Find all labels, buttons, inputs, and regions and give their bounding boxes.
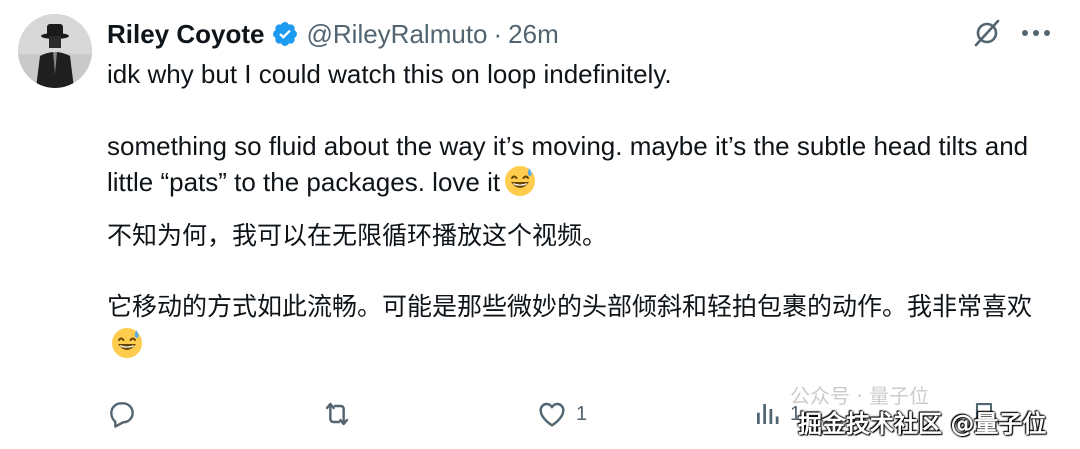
tweet-text-line-2: something so fluid about the way it’s mo…: [107, 131, 1029, 197]
more-options-button[interactable]: [1016, 16, 1056, 50]
author-display-name[interactable]: Riley Coyote: [107, 19, 265, 50]
reply-icon: [110, 402, 134, 428]
header-separator: ·: [493, 18, 503, 49]
grok-button[interactable]: [970, 16, 1004, 50]
grok-icon: [974, 19, 1000, 47]
reply-button[interactable]: [106, 396, 146, 432]
watermark-juejin: 掘金技术社区 @量子位: [798, 410, 1047, 438]
heart-icon: [539, 402, 565, 427]
author-handle[interactable]: @RileyRalmuto: [307, 19, 488, 50]
views-chart-icon: [757, 404, 779, 424]
like-button[interactable]: 1: [536, 396, 587, 432]
grinning-sweat-emoji-icon: [504, 165, 536, 197]
tweet-timestamp[interactable]: 26m: [508, 19, 559, 50]
more-dots-icon: [1022, 30, 1050, 36]
like-count: 1: [576, 402, 588, 425]
tweet-header: Riley Coyote @RileyRalmuto · 26m: [107, 14, 559, 54]
repost-button[interactable]: [320, 396, 362, 432]
grinning-sweat-emoji-icon: [111, 327, 143, 359]
verified-badge-icon: [271, 20, 299, 48]
tweet-text-paragraph-4: 它移动的方式如此流畅。可能是那些微妙的头部倾斜和轻拍包裹的动作。我非常喜欢: [107, 288, 1057, 364]
tweet-text-line-1: idk why but I could watch this on loop i…: [107, 59, 672, 89]
tweet-text-line-4: 它移动的方式如此流畅。可能是那些微妙的头部倾斜和轻拍包裹的动作。我非常喜欢: [107, 292, 1033, 321]
tweet-text-line-3: 不知为何，我可以在无限循环播放这个视频。: [107, 221, 608, 250]
views-button[interactable]: 1: [752, 396, 801, 432]
repost-icon: [325, 402, 349, 426]
avatar[interactable]: [18, 14, 92, 88]
avatar-image: [18, 14, 92, 88]
tweet-text-paragraph-2: something so fluid about the way it’s mo…: [107, 128, 1057, 200]
